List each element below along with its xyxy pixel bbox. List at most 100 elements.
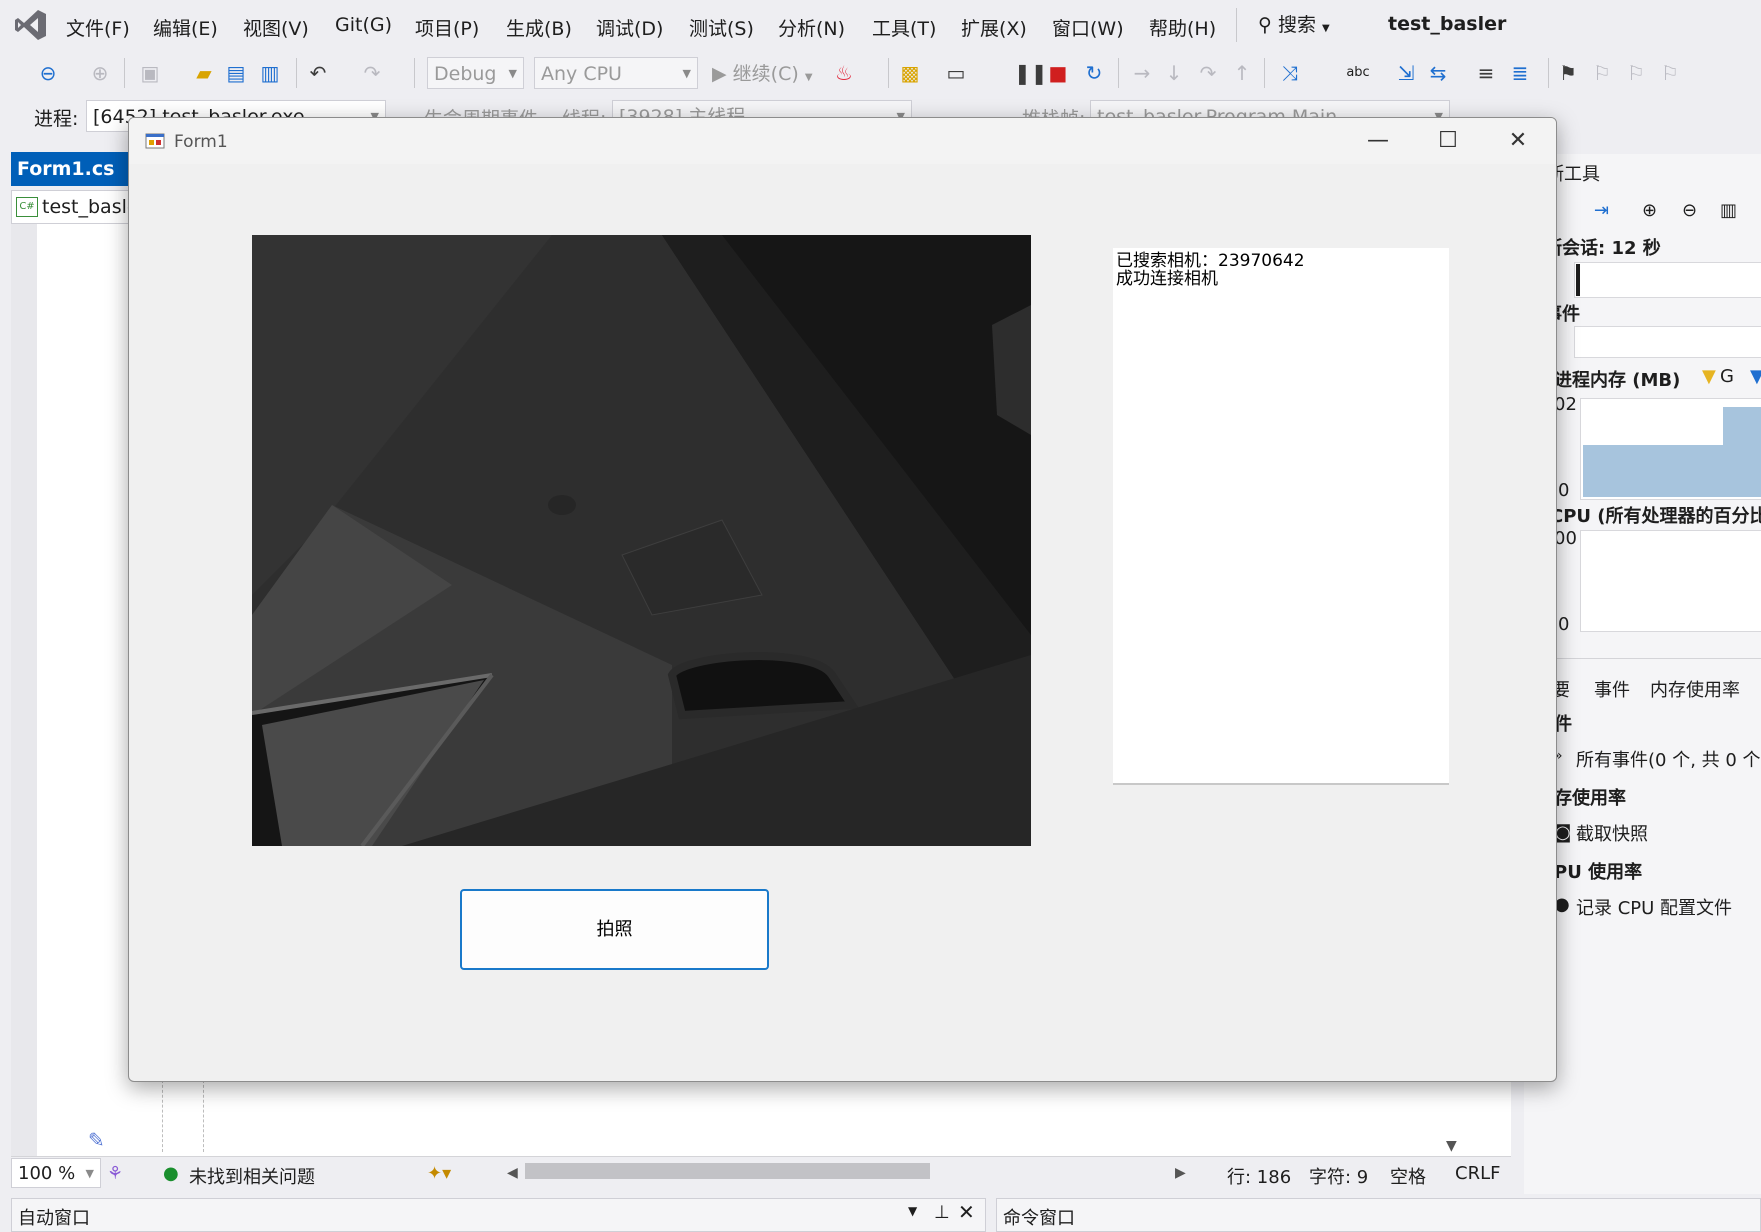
chevron-down-icon[interactable]: ▼	[1446, 1138, 1457, 1154]
issues-status[interactable]: 未找到相关问题	[189, 1163, 315, 1189]
chevron-down-icon: ▼	[682, 67, 691, 80]
cpu-usage-heading: PU 使用率	[1554, 862, 1643, 883]
hot-reload-icon[interactable]: ♨	[832, 61, 856, 85]
menu-build[interactable]: 生成(B)	[506, 14, 572, 41]
save-all-icon[interactable]: ▥	[258, 61, 282, 85]
all-events-link[interactable]: 所有事件(0 个, 共 0 个	[1576, 746, 1761, 772]
zoom-out-icon[interactable]: ⊖	[1682, 200, 1697, 221]
whitespace-indicator[interactable]: 空格	[1390, 1163, 1426, 1189]
solution-config-combo[interactable]: Debug ▼	[427, 57, 524, 89]
memory-chart-title: 进程内存 (MB)	[1554, 370, 1681, 391]
line-indicator[interactable]: 行: 186	[1227, 1163, 1291, 1189]
indent-guide	[162, 1080, 164, 1152]
camera-frame-image	[252, 235, 1031, 846]
pause-icon[interactable]: ❚❚	[1014, 61, 1048, 85]
record-cpu-profile-button[interactable]: 记录 CPU 配置文件	[1576, 894, 1732, 920]
minimize-button[interactable]: —	[1343, 118, 1413, 164]
step-out-icon[interactable]: ↑	[1230, 61, 1254, 85]
menu-git[interactable]: Git(G)	[335, 14, 392, 36]
navigate-forward-icon[interactable]: ⊕	[88, 61, 112, 85]
tab-events[interactable]: 事件	[1594, 676, 1630, 702]
menu-window[interactable]: 窗口(W)	[1052, 14, 1124, 41]
save-icon[interactable]: ▤	[224, 61, 248, 85]
browse-icon[interactable]: ▩	[898, 61, 922, 85]
command-window-tab[interactable]: 命令窗口	[996, 1198, 1761, 1232]
menu-help[interactable]: 帮助(H)	[1149, 14, 1216, 41]
undo-icon[interactable]: ↶	[306, 61, 330, 85]
next-bookmark-icon[interactable]: ⚐	[1624, 61, 1648, 85]
autos-window-title: 自动窗口	[18, 1208, 90, 1229]
take-snapshot-button[interactable]: 截取快照	[1576, 820, 1648, 846]
chevron-down-icon: ▼	[804, 72, 813, 83]
window-layout-icon[interactable]: ▭	[944, 61, 968, 85]
project-nav-combo[interactable]: C# test_basler	[11, 190, 141, 224]
menu-debug[interactable]: 调试(D)	[596, 14, 663, 41]
indent-icon[interactable]: ≡	[1474, 61, 1498, 85]
platform-combo[interactable]: Any CPU ▼	[534, 57, 698, 89]
autos-window-tab[interactable]: 自动窗口 ▼ ⊥ ✕	[11, 1198, 986, 1232]
menu-project[interactable]: 项目(P)	[415, 14, 479, 41]
form1-titlebar[interactable]: Form1 — ☐ ✕	[129, 118, 1556, 164]
zoom-value: 100 %	[18, 1163, 76, 1184]
maximize-button[interactable]: ☐	[1413, 118, 1483, 164]
outdent-icon[interactable]: ≣	[1508, 61, 1532, 85]
clear-bookmarks-icon[interactable]: ⚐	[1658, 61, 1682, 85]
cpu-chart-title: CPU (所有处理器的百分比	[1550, 506, 1761, 527]
menu-tools[interactable]: 工具(T)	[872, 14, 936, 41]
take-photo-button[interactable]: 拍照	[460, 889, 769, 970]
menu-analyze[interactable]: 分析(N)	[778, 14, 845, 41]
select-element-icon[interactable]: ⇲	[1394, 61, 1418, 85]
scroll-right-icon[interactable]: ▶	[1175, 1165, 1186, 1181]
zoom-combo[interactable]: 100 % ▼	[11, 1158, 101, 1188]
select-tools-icon[interactable]: ⇥	[1594, 200, 1609, 221]
editor-gutter	[11, 224, 37, 1156]
menu-file[interactable]: 文件(F)	[66, 14, 130, 41]
code-cleanup-icon[interactable]: ✦▾	[427, 1163, 451, 1184]
spell-check-icon[interactable]: abc	[1346, 61, 1370, 85]
line-ending-indicator[interactable]: CRLF	[1455, 1163, 1500, 1184]
log-line: 已搜索相机：23970642	[1116, 251, 1305, 271]
close-icon[interactable]: ✕	[958, 1200, 975, 1224]
bar-chart-icon[interactable]: ▥	[1720, 200, 1737, 221]
scroll-left-icon[interactable]: ◀	[507, 1165, 518, 1181]
menu-test[interactable]: 测试(S)	[689, 14, 754, 41]
intellicode-icon[interactable]: ⚘	[107, 1163, 123, 1184]
search-label: 搜索	[1277, 14, 1316, 36]
chevron-down-icon: ▼	[1322, 23, 1330, 34]
check-circle-icon: ●	[163, 1163, 179, 1184]
prev-bookmark-icon[interactable]: ⚐	[1590, 61, 1614, 85]
cpu-axis-min: 0	[1558, 614, 1570, 635]
timeline-cursor[interactable]	[1576, 264, 1580, 296]
doc-tab-form1[interactable]: Form1.cs ⊸	[11, 152, 137, 213]
show-next-statement-icon[interactable]: →	[1130, 61, 1154, 85]
menu-extensions[interactable]: 扩展(X)	[961, 14, 1027, 41]
horizontal-scrollbar-thumb[interactable]	[525, 1163, 930, 1179]
close-button[interactable]: ✕	[1483, 118, 1553, 164]
new-project-icon[interactable]: ▣	[138, 61, 162, 85]
menu-edit[interactable]: 编辑(E)	[153, 14, 218, 41]
tab-memory-usage[interactable]: 内存使用率	[1650, 676, 1740, 702]
step-into-icon[interactable]: ↓	[1162, 61, 1186, 85]
open-file-icon[interactable]: ▰	[192, 61, 216, 85]
timeline-ruler	[1574, 262, 1761, 298]
brush-icon[interactable]: ✎	[88, 1128, 105, 1152]
continue-button[interactable]: ▶ 继续(C) ▼	[712, 59, 813, 86]
visual-studio-logo-icon	[15, 10, 46, 40]
redo-icon[interactable]: ↷	[360, 61, 384, 85]
char-indicator[interactable]: 字符: 9	[1309, 1163, 1368, 1189]
search-box[interactable]: ⚲ 搜索 ▼	[1258, 10, 1330, 37]
status-log-textbox[interactable]: 已搜索相机：23970642 成功连接相机	[1113, 248, 1449, 785]
diagnostics-icon[interactable]: ⤨	[1278, 61, 1302, 85]
memory-area-high	[1723, 407, 1761, 497]
restart-icon[interactable]: ↻	[1082, 61, 1106, 85]
stop-icon[interactable]: ■	[1046, 61, 1070, 85]
zoom-in-icon[interactable]: ⊕	[1642, 200, 1657, 221]
chevron-down-icon[interactable]: ▼	[908, 1204, 917, 1218]
bookmark-icon[interactable]: ⚑	[1556, 61, 1580, 85]
project-nav-value: test_basler	[42, 196, 141, 218]
step-over-icon[interactable]: ↷	[1196, 61, 1220, 85]
navigate-back-icon[interactable]: ⊖	[36, 61, 60, 85]
live-tree-icon[interactable]: ⇆	[1426, 61, 1450, 85]
pin-icon[interactable]: ⊥	[934, 1202, 950, 1223]
menu-view[interactable]: 视图(V)	[243, 14, 309, 41]
